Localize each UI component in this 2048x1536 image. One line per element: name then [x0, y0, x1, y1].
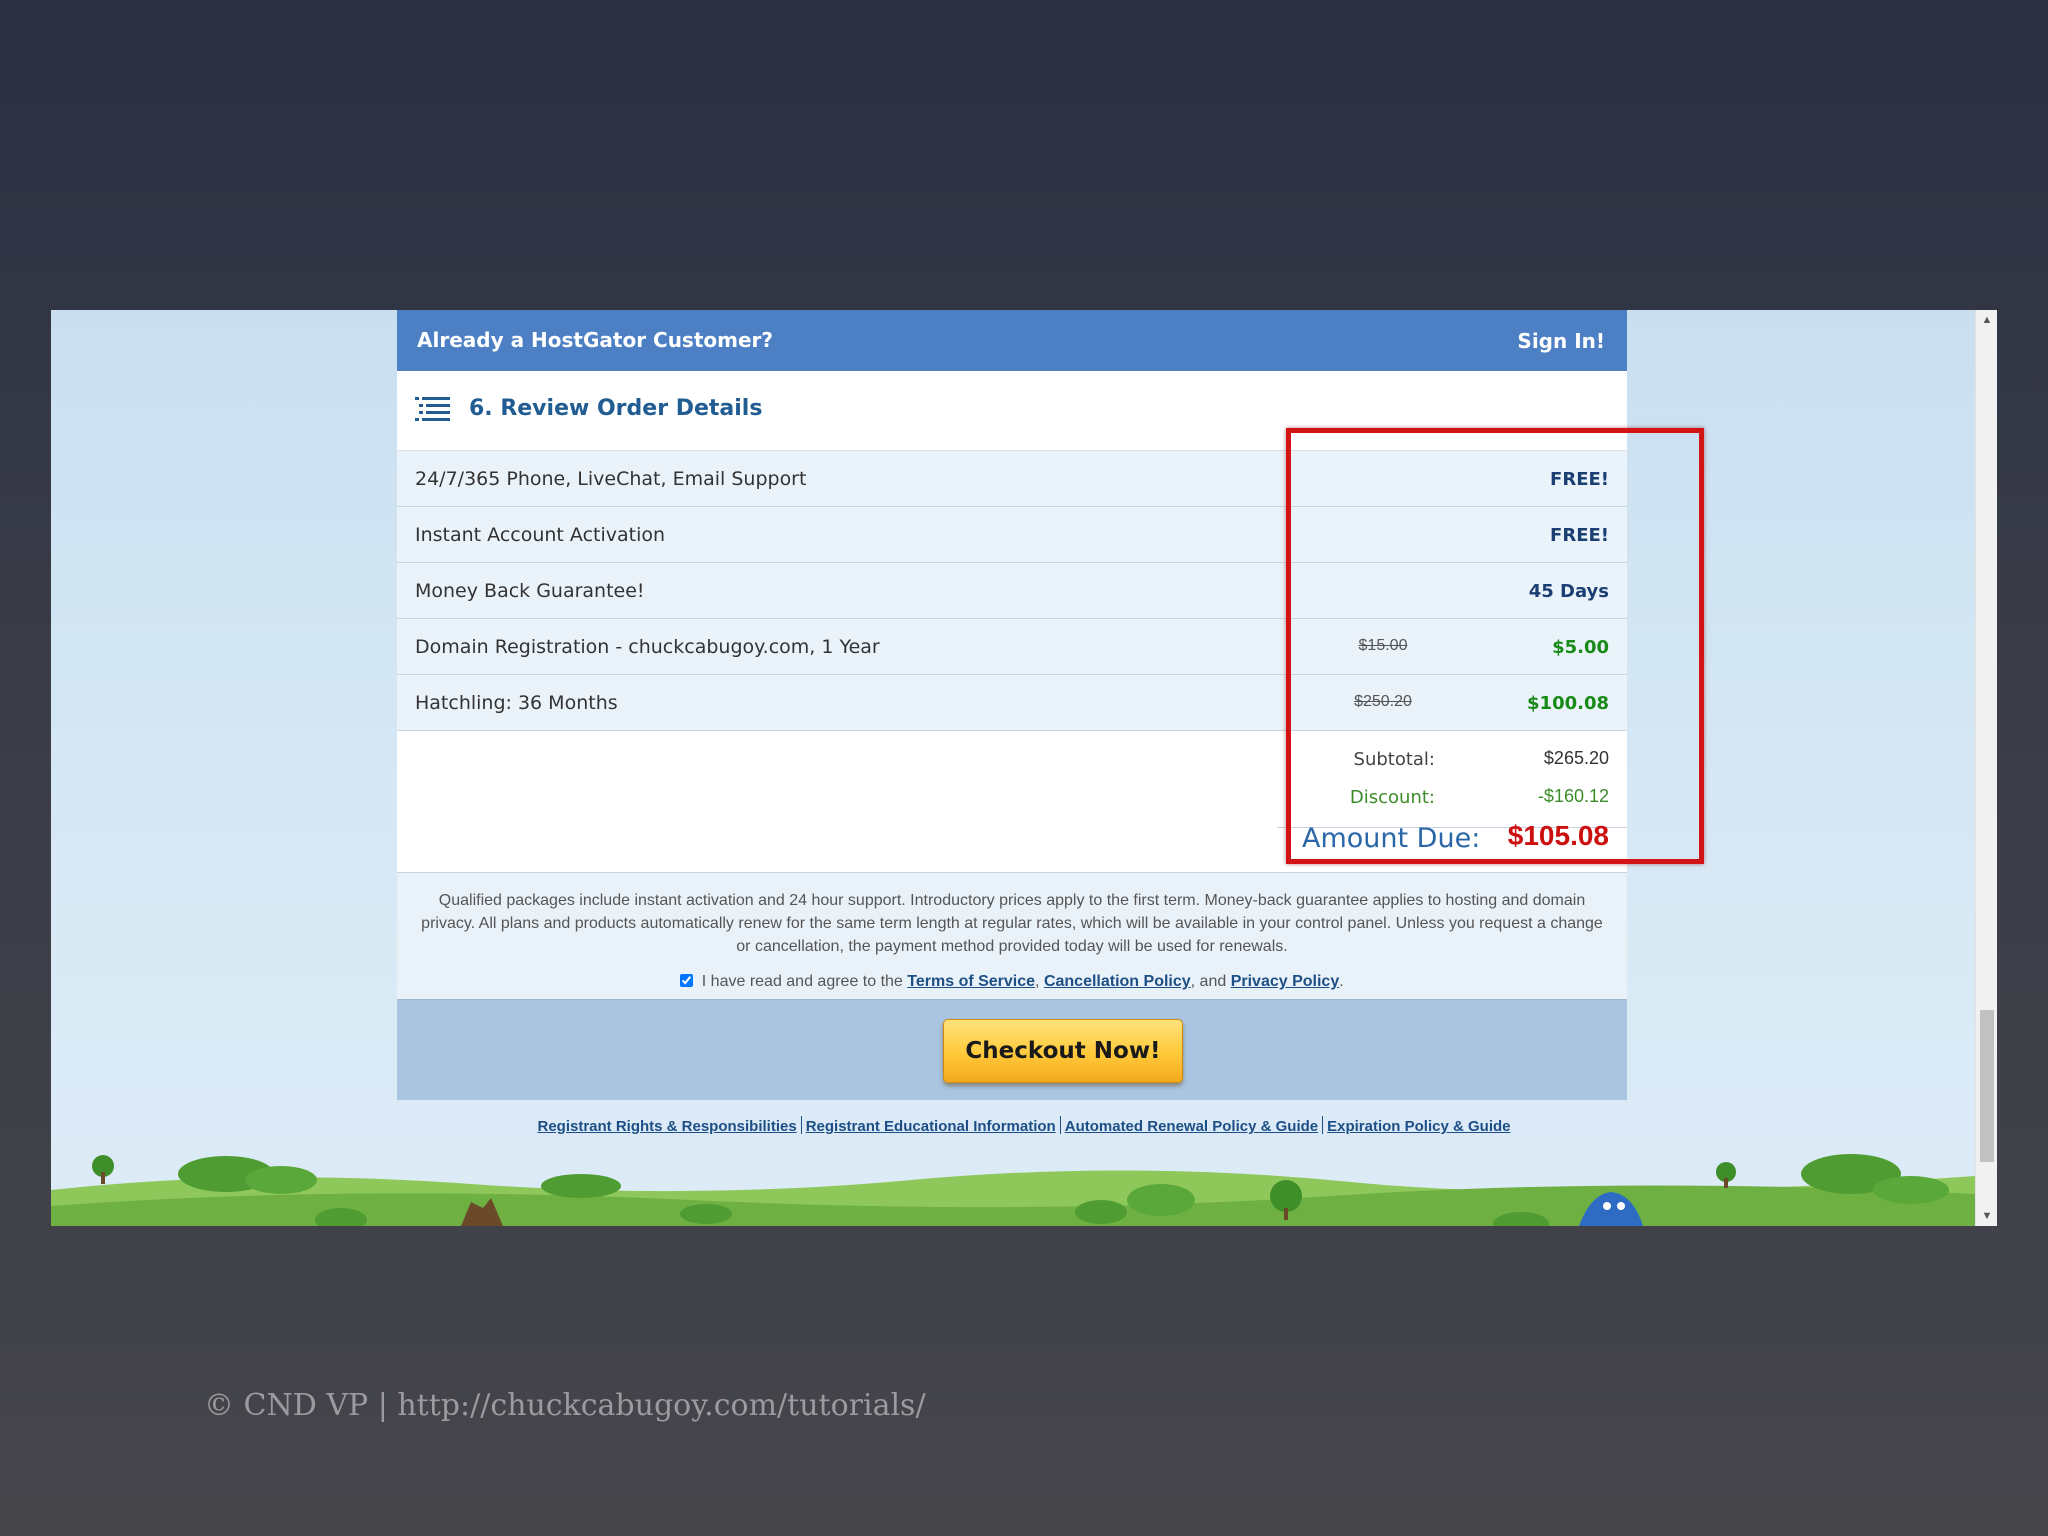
list-icon [415, 397, 450, 421]
original-price: $250.20 [1354, 693, 1412, 710]
checkout-panel: Already a HostGator Customer? Sign In! 6… [397, 310, 1704, 1100]
footer-links: Registrant Rights & Responsibilities Regi… [51, 1116, 1997, 1135]
order-items: 24/7/365 Phone, LiveChat, Email Support … [397, 451, 1627, 731]
browser-screenshot: Already a HostGator Customer? Sign In! 6… [51, 310, 1997, 1226]
order-item-value: FREE! [1550, 525, 1609, 546]
fine-print: Qualified packages include instant activ… [421, 892, 1603, 955]
subtotal-label: Subtotal: [1353, 749, 1435, 770]
order-row: Instant Account Activation FREE! [397, 507, 1627, 563]
amount-due-value: $105.08 [1507, 820, 1609, 851]
scroll-up-arrow-icon[interactable]: ▲ [1976, 310, 1997, 330]
review-section-header: 6. Review Order Details [397, 371, 1627, 451]
privacy-policy-link[interactable]: Privacy Policy [1231, 973, 1340, 990]
subtotal-value: $265.20 [1543, 748, 1609, 768]
footer-separator [1322, 1116, 1324, 1134]
agree-checkbox[interactable] [680, 974, 694, 987]
order-item-label: Domain Registration - chuckcabugoy.com, … [415, 636, 880, 658]
order-item-value: 45 Days [1528, 581, 1609, 602]
signin-bar: Already a HostGator Customer? Sign In! [397, 310, 1627, 371]
order-item-label: Money Back Guarantee! [415, 580, 645, 602]
terms-of-service-link[interactable]: Terms of Service [907, 973, 1035, 990]
amount-due-label: Amount Due: [1302, 823, 1481, 854]
scrollbar-thumb[interactable] [1980, 1010, 1994, 1162]
footer-link-expiration-policy[interactable]: Expiration Policy & Guide [1327, 1118, 1510, 1135]
vertical-scrollbar[interactable]: ▲ ▼ [1975, 310, 1997, 1226]
order-row: Domain Registration - chuckcabugoy.com, … [397, 619, 1627, 675]
agree-text: I have read and agree to the [701, 973, 903, 990]
order-row: 24/7/365 Phone, LiveChat, Email Support … [397, 451, 1627, 507]
discount-label: Discount: [1349, 787, 1435, 808]
agreement-line: I have read and agree to the Terms of Se… [397, 973, 1627, 991]
landscape-illustration [51, 1154, 1975, 1226]
order-item-value: $100.08 [1527, 693, 1609, 714]
footer-link-renewal-policy[interactable]: Automated Renewal Policy & Guide [1065, 1118, 1318, 1135]
sign-in-link[interactable]: Sign In! [1517, 329, 1605, 353]
original-price: $15.00 [1358, 637, 1408, 654]
terms-section: Qualified packages include instant activ… [397, 873, 1627, 999]
scroll-down-arrow-icon[interactable]: ▼ [1976, 1206, 1997, 1226]
discount-value: -$160.12 [1537, 786, 1609, 806]
order-item-value: $5.00 [1552, 637, 1609, 658]
footer-separator [800, 1116, 802, 1134]
footer-link-educational-info[interactable]: Registrant Educational Information [806, 1118, 1056, 1135]
cancellation-policy-link[interactable]: Cancellation Policy [1044, 973, 1191, 990]
checkout-button[interactable]: Checkout Now! [943, 1019, 1183, 1083]
footer-link-registrant-rights[interactable]: Registrant Rights & Responsibilities [537, 1118, 796, 1135]
order-totals: Subtotal: $265.20 Discount: -$160.12 Amo… [397, 731, 1627, 873]
order-item-label: Instant Account Activation [415, 524, 666, 546]
agree-and-text: , and [1190, 973, 1227, 990]
order-row: Money Back Guarantee! 45 Days [397, 563, 1627, 619]
order-row: Hatchling: 36 Months $250.20 $100.08 [397, 675, 1627, 731]
existing-customer-text: Already a HostGator Customer? [417, 328, 774, 352]
footer-separator [1059, 1116, 1061, 1134]
order-item-label: Hatchling: 36 Months [415, 692, 618, 714]
checkout-area: Checkout Now! [397, 999, 1627, 1100]
order-item-label: 24/7/365 Phone, LiveChat, Email Support [415, 468, 807, 490]
slide-caption: © CND VP | http://chuckcabugoy.com/tutor… [204, 1388, 926, 1423]
order-item-value: FREE! [1550, 469, 1609, 490]
review-title: 6. Review Order Details [469, 396, 763, 421]
